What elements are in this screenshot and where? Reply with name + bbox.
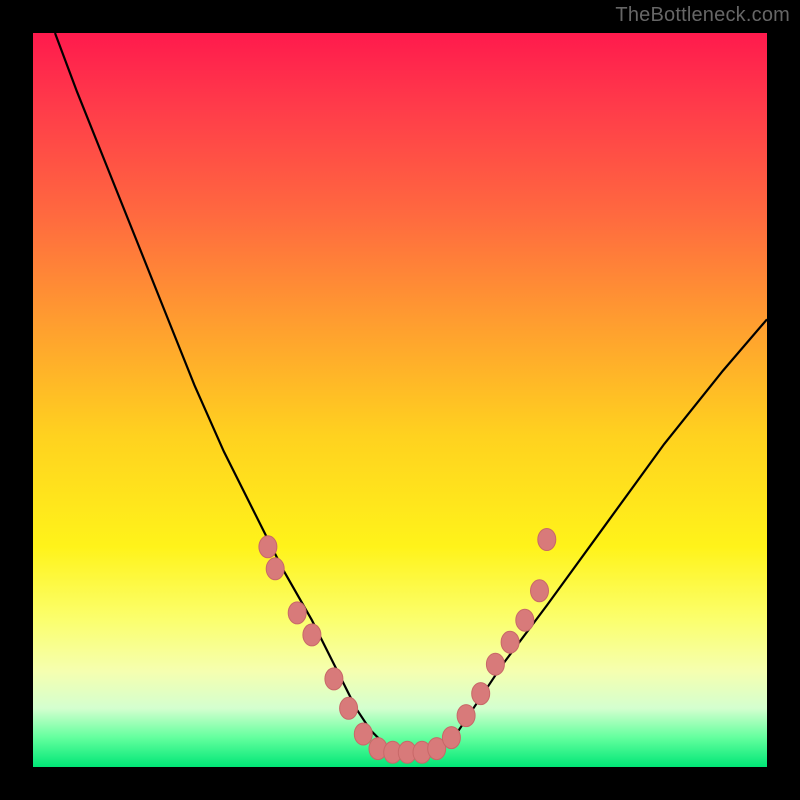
watermark-text: TheBottleneck.com [615,4,790,27]
data-marker [457,705,475,727]
data-marker [340,697,358,719]
data-marker [442,727,460,749]
data-marker [325,668,343,690]
chart-svg [33,33,767,767]
bottleneck-curve [55,33,767,752]
data-marker [259,536,277,558]
data-marker [486,653,504,675]
chart-frame: TheBottleneck.com [0,0,800,800]
data-marker [288,602,306,624]
data-marker [472,683,490,705]
data-marker [531,580,549,602]
data-markers [259,529,556,764]
data-marker [354,723,372,745]
data-marker [516,609,534,631]
data-marker [266,558,284,580]
data-marker [501,631,519,653]
data-marker [303,624,321,646]
chart-plot-area [33,33,767,767]
data-marker [538,529,556,551]
